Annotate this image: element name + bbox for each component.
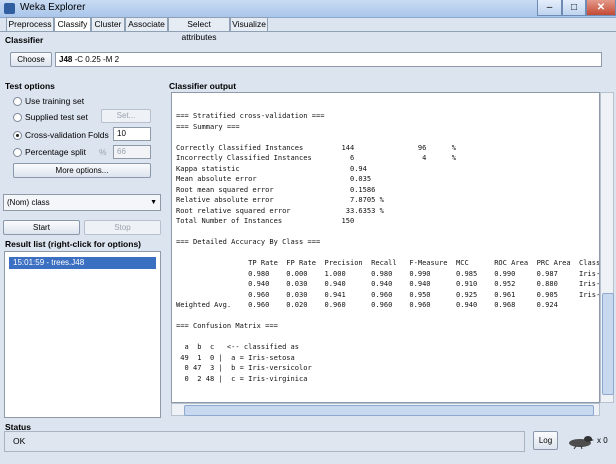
output-line: Relative absolute error 7.8705 % <box>176 195 384 204</box>
output-line: 49 1 0 | a = Iris-setosa <box>176 352 295 362</box>
output-line: === Confusion Matrix === <box>176 321 278 330</box>
log-button[interactable]: Log <box>533 431 558 450</box>
class-select-value: (Nom) class <box>7 198 50 207</box>
output-horizontal-scrollbar[interactable] <box>171 403 600 416</box>
choose-button[interactable]: Choose <box>10 52 52 67</box>
tab-preprocess[interactable]: Preprocess <box>6 17 54 31</box>
tab-visualize[interactable]: Visualize <box>230 17 268 31</box>
result-list-section-label: Result list (right-click for options) <box>5 239 142 249</box>
folds-label: Folds <box>88 130 109 140</box>
output-line: === Stratified cross-validation === <box>176 111 325 120</box>
weka-app-icon <box>4 3 15 14</box>
maximize-button[interactable]: □ <box>562 0 586 16</box>
tab-panel-divider <box>0 31 616 32</box>
percentage-split-radio[interactable] <box>13 148 22 157</box>
output-line: === Detailed Accuracy By Class === <box>176 237 321 246</box>
tab-associate[interactable]: Associate <box>125 17 168 31</box>
result-list[interactable]: 15:01:59 - trees.J48 <box>4 251 161 418</box>
output-line: 0 2 48 | c = Iris-virginica <box>176 373 308 383</box>
use-training-set-radio[interactable] <box>13 97 22 106</box>
output-line: Total Number of Instances 150 <box>176 216 355 225</box>
output-line: a b c <-- classified as <box>176 342 300 351</box>
classifier-output-text: === Stratified cross-validation === === … <box>176 111 600 384</box>
stop-button[interactable]: Stop <box>84 220 161 235</box>
output-line: 0.980 0.000 1.000 0.980 0.990 0.985 0.99… <box>176 268 600 278</box>
classifier-options: -C 0.25 -M 2 <box>74 55 120 64</box>
class-select[interactable]: (Nom) class ▼ <box>3 194 161 211</box>
output-line: Root relative squared error 33.6353 % <box>176 205 384 215</box>
status-text: OK <box>13 436 26 446</box>
weka-bird-icon[interactable] <box>566 433 594 450</box>
output-line: Weighted Avg. 0.960 0.020 0.960 0.960 0.… <box>176 300 558 309</box>
window-title: Weka Explorer <box>20 2 86 13</box>
output-line: Root mean squared error 0.1586 <box>176 184 376 194</box>
output-line: Incorrectly Classified Instances 6 4 % <box>176 153 457 162</box>
supplied-test-set-radio[interactable] <box>13 113 22 122</box>
output-line: 0.960 0.030 0.941 0.960 0.950 0.925 0.96… <box>176 289 600 299</box>
more-options-button[interactable]: More options... <box>13 163 151 178</box>
set-button[interactable]: Set... <box>101 109 151 123</box>
classifier-name: J48 <box>59 55 73 64</box>
status-bar: OK <box>4 431 525 452</box>
close-button[interactable]: ✕ <box>586 0 616 16</box>
classifier-output-text-area[interactable]: === Stratified cross-validation === === … <box>171 92 600 403</box>
output-vertical-scrollbar[interactable] <box>600 92 614 403</box>
tab-classify[interactable]: Classify <box>54 17 91 32</box>
supplied-test-set-label: Supplied test set <box>25 112 88 122</box>
minimize-button[interactable]: – <box>537 0 562 16</box>
output-line: === Summary === <box>176 121 240 131</box>
percentage-split-label: Percentage split <box>25 147 86 157</box>
percent-symbol: % <box>99 147 107 157</box>
folds-input[interactable]: 10 <box>113 127 151 141</box>
task-count: x 0 <box>597 436 608 445</box>
cross-validation-radio[interactable] <box>13 131 22 140</box>
vertical-scroll-thumb[interactable] <box>602 293 614 395</box>
output-line: Kappa statistic 0.94 <box>176 163 367 173</box>
classifier-config-field[interactable]: J48 -C 0.25 -M 2 <box>55 52 602 67</box>
test-options-section-label: Test options <box>5 81 55 91</box>
percentage-input[interactable]: 66 <box>113 145 151 159</box>
output-line: 0 47 3 | b = Iris-versicolor <box>176 363 312 372</box>
chevron-down-icon: ▼ <box>150 199 157 206</box>
tab-select-attributes[interactable]: Select attributes <box>168 17 230 42</box>
output-line: Correctly Classified Instances 144 96 % <box>176 142 457 152</box>
result-list-item[interactable]: 15:01:59 - trees.J48 <box>9 257 156 269</box>
cross-validation-label: Cross-validation <box>25 130 86 140</box>
classifier-section-label: Classifier <box>5 35 44 45</box>
tab-cluster[interactable]: Cluster <box>91 17 125 31</box>
classifier-output-section-label: Classifier output <box>169 81 237 91</box>
output-line: Mean absolute error 0.035 <box>176 174 372 183</box>
start-button[interactable]: Start <box>3 220 80 235</box>
title-bar: Weka Explorer – □ ✕ <box>0 0 616 18</box>
use-training-set-label: Use training set <box>25 96 85 106</box>
horizontal-scroll-thumb[interactable] <box>184 405 594 416</box>
output-line: TP Rate FP Rate Precision Recall F-Measu… <box>176 258 600 267</box>
output-line: 0.940 0.030 0.940 0.940 0.940 0.910 0.95… <box>176 279 600 288</box>
